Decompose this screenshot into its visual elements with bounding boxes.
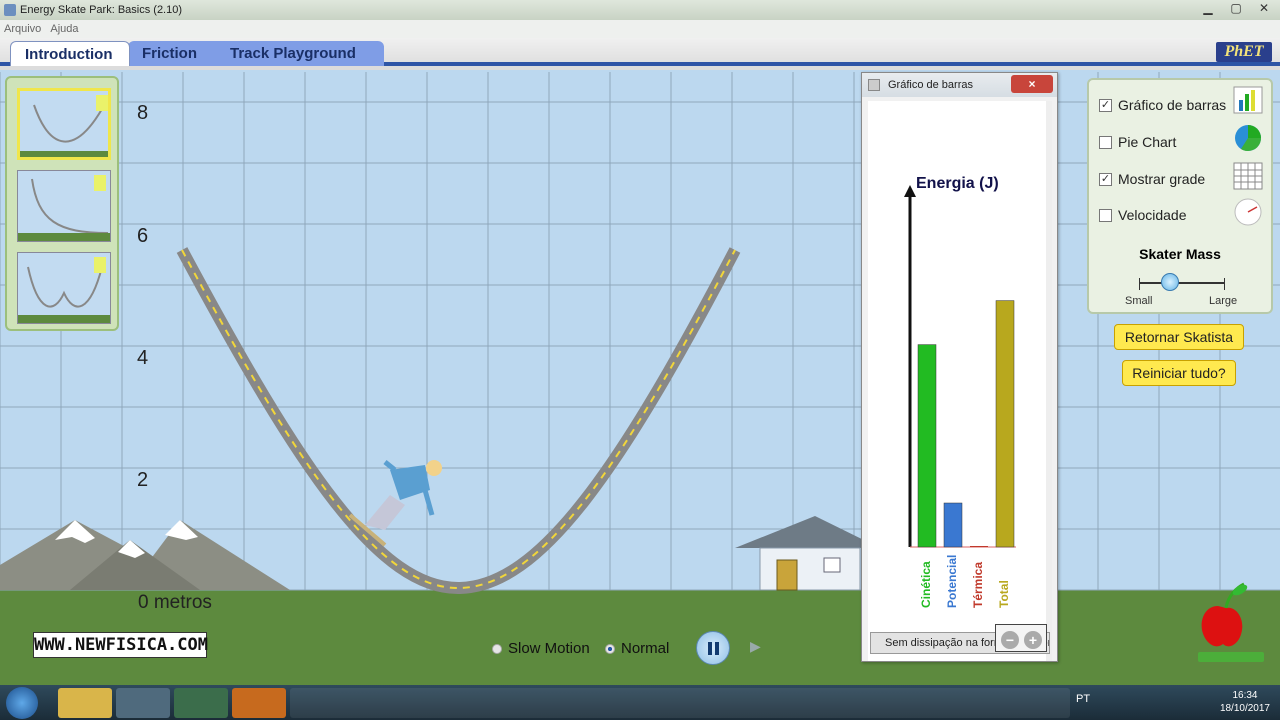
slow-motion-radio[interactable]: [492, 643, 502, 654]
mass-slider-track[interactable]: [1139, 282, 1225, 284]
normal-speed-option[interactable]: Normal: [605, 640, 669, 657]
bar-label-2: Térmica: [971, 561, 985, 608]
bar-label-1: Potencial: [945, 554, 959, 608]
dialog-app-icon: [868, 79, 880, 91]
speedometer-icon: [1233, 198, 1263, 226]
zoom-in-icon[interactable]: +: [1024, 631, 1042, 649]
dialog-scrollbar[interactable]: [1046, 101, 1052, 661]
pause-button[interactable]: [696, 631, 730, 665]
speed-label: Velocidade: [1118, 207, 1187, 223]
clock-time: 16:34: [1232, 690, 1258, 701]
normal-radio[interactable]: [605, 643, 615, 654]
reset-all-button[interactable]: Reiniciar tudo?: [1122, 360, 1236, 386]
zoom-out-icon[interactable]: −: [1001, 631, 1019, 649]
dialog-titlebar[interactable]: Gráfico de barras ×: [862, 73, 1057, 97]
slow-motion-option[interactable]: Slow Motion: [492, 640, 590, 657]
speed-checkbox[interactable]: [1099, 208, 1112, 222]
bar-label-0: Cinética: [919, 561, 933, 608]
return-skater-button[interactable]: Retornar Skatista: [1114, 324, 1244, 350]
mass-large-label: Large: [1209, 295, 1238, 307]
mass-slider-thumb[interactable]: [1161, 273, 1179, 291]
skate-track[interactable]: [176, 247, 741, 595]
grid-label: Mostrar grade: [1118, 171, 1206, 187]
bar-chart-icon: [1233, 86, 1263, 114]
normal-label: Normal: [621, 640, 670, 657]
bar-0: [917, 344, 937, 548]
track-selector-panel: [5, 76, 119, 331]
bar-chart-area: Energia (J): [868, 101, 1051, 661]
pie-chart-checkbox[interactable]: [1099, 135, 1112, 149]
clock-date: 18/10/2017: [1219, 703, 1270, 714]
chrome-taskbar-icon[interactable]: [174, 688, 228, 718]
bar-chart-dialog: Gráfico de barras × Energia (J): [861, 72, 1058, 662]
track-thumbnail-parabola[interactable]: [17, 88, 111, 160]
track-thumbnail-double-well[interactable]: [17, 252, 111, 324]
pie-chart-option[interactable]: Pie Chart: [1099, 131, 1176, 153]
newfisica-apple-logo: [1198, 582, 1264, 662]
bar-3: [995, 300, 1015, 548]
bar-graph-option[interactable]: ✓ Gráfico de barras: [1099, 94, 1226, 116]
house: [735, 516, 880, 591]
snipping-tool-taskbar-icon[interactable]: [116, 688, 170, 718]
display-controls-panel: ✓ Gráfico de barras Pie Chart ✓ Mostrar …: [1087, 78, 1273, 314]
track-center-line: [181, 249, 736, 590]
taskbar-open-windows[interactable]: [290, 688, 1070, 718]
axis-zero-label: 0 metros: [138, 592, 212, 613]
grid-icon: [1233, 162, 1263, 190]
dialog-close-icon[interactable]: ×: [1011, 75, 1053, 93]
explorer-taskbar-icon[interactable]: [58, 688, 112, 718]
speed-option[interactable]: Velocidade: [1099, 204, 1187, 226]
language-indicator[interactable]: PT: [1076, 693, 1090, 705]
chart-y-axis-arrow: [904, 185, 916, 197]
system-clock[interactable]: 16:34 18/10/2017: [1220, 689, 1270, 715]
dialog-title: Gráfico de barras: [888, 79, 973, 91]
pie-chart-icon: [1233, 124, 1263, 152]
axis-tick-4: 4: [137, 347, 149, 369]
chart-zoom-control: − +: [995, 624, 1047, 652]
axis-tick-2: 2: [137, 469, 149, 491]
mass-small-label: Small: [1125, 295, 1153, 307]
start-button[interactable]: [6, 687, 38, 719]
skater-mass-title: Skater Mass: [1139, 246, 1221, 262]
slow-motion-label: Slow Motion: [508, 640, 590, 657]
bar-label-3: Total: [997, 580, 1011, 608]
axis-tick-8: 8: [137, 102, 149, 124]
bar-graph-label: Gráfico de barras: [1118, 97, 1227, 113]
watermark-banner: WWW.NEWFISICA.COM: [33, 632, 208, 658]
grid-option[interactable]: ✓ Mostrar grade: [1099, 168, 1205, 190]
track-thumbnail-ramp[interactable]: [17, 170, 111, 242]
pie-chart-label: Pie Chart: [1118, 134, 1177, 150]
bar-1: [943, 502, 963, 548]
mass-slider-tick-min: [1139, 278, 1140, 290]
bar-graph-checkbox[interactable]: ✓: [1099, 98, 1112, 112]
axis-tick-6: 6: [137, 225, 149, 247]
mass-slider-tick-max: [1224, 278, 1225, 290]
step-forward-icon[interactable]: ▶: [750, 638, 770, 658]
grid-checkbox[interactable]: ✓: [1099, 172, 1112, 186]
bar-2: [970, 546, 988, 547]
firefox-taskbar-icon[interactable]: [232, 688, 286, 718]
bar-chart-svg: [904, 185, 1016, 548]
